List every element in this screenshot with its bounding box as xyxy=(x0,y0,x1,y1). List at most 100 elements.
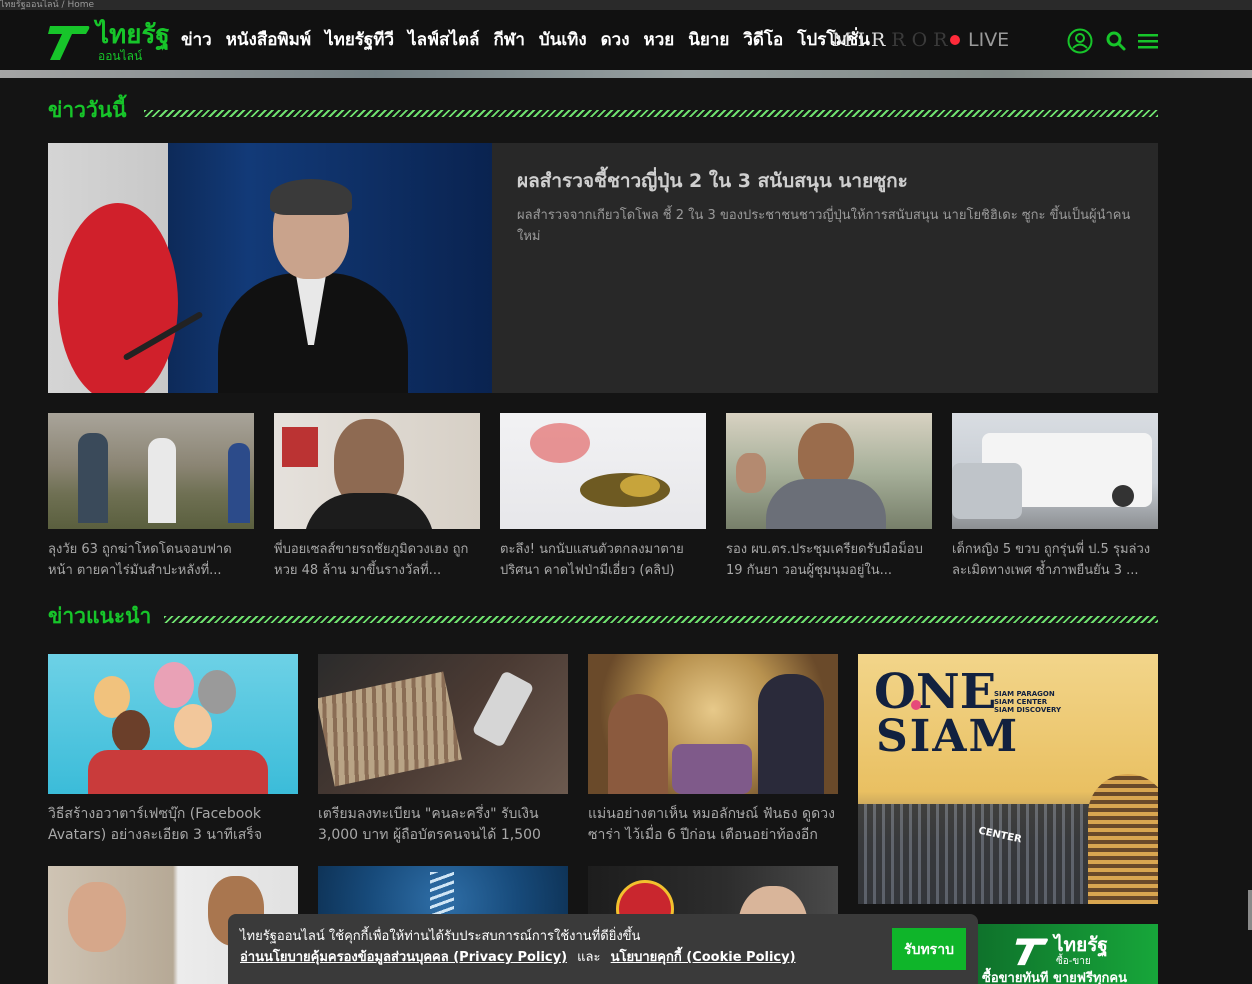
recommended-caption[interactable]: วิธีสร้างอวาตาร์เฟซบุ๊ก (Facebook Avatar… xyxy=(48,804,298,846)
section-divider xyxy=(164,616,1158,623)
header-banner-strip xyxy=(0,70,1252,78)
news-item[interactable]: ตะลึง! นกนับแสนตัวตกลงมาตาย ปริศนา คาดไฟ… xyxy=(500,413,706,581)
avatar-face xyxy=(174,704,212,748)
sofa xyxy=(672,744,752,794)
thairath-t-icon xyxy=(48,26,90,60)
news-item[interactable]: พี่บอยเซลส์ขายรถชัยภูมิดวงเฮง ถูกหวย 48 … xyxy=(274,413,480,581)
person xyxy=(758,674,824,794)
hamburger-menu-icon[interactable] xyxy=(1135,28,1161,54)
cookie-policy-link[interactable]: นโยบายคุกกี้ (Cookie Policy) xyxy=(611,950,796,965)
ad2-title: ไทยรัฐ xyxy=(1054,934,1108,956)
avatar-bodies xyxy=(88,750,268,794)
avatar-face xyxy=(154,662,194,708)
cookie-message: ไทยรัฐออนไลน์ ใช้คุกกี้เพื่อให้ท่านได้รั… xyxy=(240,929,641,944)
figure xyxy=(148,438,176,523)
recommended-item[interactable]: แม่นอย่างตาเห็น หมอลักษณ์ ฟันธง ดูดวง ซา… xyxy=(588,654,838,846)
section-divider xyxy=(144,110,1158,117)
news-item[interactable]: เด็กหญิง 5 ขวบ ถูกรุ่นพี่ ป.5 รุมล่วงละเ… xyxy=(952,413,1158,581)
news-item[interactable]: รอง ผบ.ตร.ประชุมเครียดรับมือม็อบ 19 กันย… xyxy=(726,413,932,581)
news-caption[interactable]: เด็กหญิง 5 ขวบ ถูกรุ่นพี่ ป.5 รุมล่วงละเ… xyxy=(952,539,1158,581)
news-thumbnail[interactable] xyxy=(48,413,254,529)
ad-building-dome xyxy=(1088,774,1158,904)
ad-onesiam[interactable]: ONE SIAM PARAGON SIAM CENTER SIAM DISCOV… xyxy=(858,654,1158,904)
news-thumbnail[interactable] xyxy=(952,413,1158,529)
news-thumbnail[interactable] xyxy=(726,413,932,529)
search-icon[interactable] xyxy=(1103,28,1129,54)
nav-news[interactable]: ข่าว xyxy=(181,26,212,54)
cookie-links: อ่านนโยบายคุ้มครองข้อมูลส่วนบุคคล (Priva… xyxy=(240,949,796,967)
ad-sub-center: SIAM CENTER xyxy=(994,698,1048,706)
section-title-recommended: ข่าวแนะนำ xyxy=(48,604,152,628)
ad2-tagline: ซื้อขายทันที ขายฟรีทุกคน xyxy=(982,971,1127,984)
accept-cookie-button[interactable]: รับทราบ xyxy=(892,928,966,970)
section-title-today: ข่าววันนี้ xyxy=(48,98,127,122)
scrollbar-indicator[interactable] xyxy=(1248,890,1252,930)
news-item[interactable]: ลุงวัย 63 ถูกฆ่าโหดโดนจอบฟาดหน้า ตายคาไร… xyxy=(48,413,254,581)
mirror-text-fade: ROR xyxy=(891,29,954,51)
glove xyxy=(530,423,590,463)
main-nav: ข่าว หนังสือพิมพ์ ไทยรัฐทีวี ไลฟ์สไตล์ ก… xyxy=(181,26,884,54)
person-hair xyxy=(270,179,352,215)
flag-decoration xyxy=(58,203,178,393)
shirt xyxy=(304,493,434,529)
car xyxy=(952,463,1022,519)
ad2-subtitle: ซื้อ-ขาย xyxy=(1056,956,1091,967)
logo-text: ไทยรัฐ xyxy=(96,20,170,50)
sign xyxy=(282,427,318,467)
nav-tv[interactable]: ไทยรัฐทีวี xyxy=(325,26,394,54)
logo-subtext: ออนไลน์ xyxy=(98,49,143,63)
suit xyxy=(766,479,886,529)
site-logo[interactable]: ไทยรัฐ ออนไลน์ xyxy=(46,20,170,64)
user-circle-icon[interactable] xyxy=(1067,28,1093,54)
nav-sport[interactable]: กีฬา xyxy=(493,26,524,54)
figure xyxy=(228,443,250,523)
nav-lottery[interactable]: หวย xyxy=(644,26,675,54)
nav-entertainment[interactable]: บันเทิง xyxy=(539,26,587,54)
nav-newspaper[interactable]: หนังสือพิมพ์ xyxy=(226,26,311,54)
mirror-text: MIR xyxy=(832,29,892,51)
person xyxy=(608,694,668,794)
avatar-face xyxy=(112,710,150,754)
news-thumbnail[interactable] xyxy=(500,413,706,529)
recommended-thumbnail[interactable] xyxy=(48,654,298,794)
face xyxy=(68,882,126,952)
ad-dot xyxy=(911,700,921,710)
ad-siam-text: SIAM xyxy=(876,711,1020,762)
recommended-thumbnail[interactable] xyxy=(318,654,568,794)
news-caption[interactable]: ลุงวัย 63 ถูกฆ่าโหดโดนจอบฟาดหน้า ตายคาไร… xyxy=(48,539,254,581)
face xyxy=(736,453,766,493)
news-caption[interactable]: รอง ผบ.ตร.ประชุมเครียดรับมือม็อบ 19 กันย… xyxy=(726,539,932,581)
nav-video[interactable]: วิดีโอ xyxy=(743,26,783,54)
site-header: ไทยรัฐ ออนไลน์ ข่าว หนังสือพิมพ์ ไทยรัฐท… xyxy=(0,10,1252,70)
live-dot-icon xyxy=(950,35,960,45)
recommended-item[interactable]: เตรียมลงทะเบียน "คนละครึ่ง" รับเงิน 3,00… xyxy=(318,654,568,846)
news-thumbnail[interactable] xyxy=(274,413,480,529)
figure xyxy=(78,433,108,523)
cookie-banner: ไทยรัฐออนไลน์ ใช้คุกกี้เพื่อให้ท่านได้รั… xyxy=(228,914,978,984)
banknotes xyxy=(318,671,462,787)
recommended-item[interactable]: วิธีสร้างอวาตาร์เฟซบุ๊ก (Facebook Avatar… xyxy=(48,654,298,846)
recommended-caption[interactable]: แม่นอย่างตาเห็น หมอลักษณ์ ฟันธง ดูดวง ซา… xyxy=(588,804,838,846)
hero-description: ผลสำรวจจากเกียวโดโพล ชี้ 2 ใน 3 ของประชา… xyxy=(517,208,1131,244)
person-illustration xyxy=(218,179,408,393)
hero-title[interactable]: ผลสำรวจชี้ชาวญี่ปุ่น 2 ใน 3 สนับสนุน นาย… xyxy=(517,167,908,195)
bird-wing xyxy=(620,475,660,497)
recommended-thumbnail[interactable] xyxy=(588,654,838,794)
nav-lifestyle[interactable]: ไลฟ์สไตล์ xyxy=(408,26,479,54)
nav-mirror[interactable]: MIRROR xyxy=(832,28,953,52)
hero-image[interactable] xyxy=(48,143,492,393)
browser-topbar: ไทยรัฐออนไลน์ / Home xyxy=(0,0,1252,10)
nav-live[interactable]: LIVE xyxy=(950,27,1009,53)
news-caption[interactable]: พี่บอยเซลส์ขายรถชัยภูมิดวงเฮง ถูกหวย 48 … xyxy=(274,539,480,581)
ad-sub-paragon: SIAM PARAGON xyxy=(994,690,1055,698)
privacy-policy-link[interactable]: อ่านนโยบายคุ้มครองข้อมูลส่วนบุคคล (Priva… xyxy=(240,950,567,965)
nav-novel[interactable]: นิยาย xyxy=(688,26,729,54)
nav-horoscope[interactable]: ดวง xyxy=(601,26,630,54)
cookie-and-text: และ xyxy=(577,950,601,965)
recommended-caption[interactable]: เตรียมลงทะเบียน "คนละครึ่ง" รับเงิน 3,00… xyxy=(318,804,568,846)
thairath-t-icon xyxy=(1015,938,1048,966)
news-caption[interactable]: ตะลึง! นกนับแสนตัวตกลงมาตาย ปริศนา คาดไฟ… xyxy=(500,539,706,581)
phone xyxy=(471,670,535,748)
wheel xyxy=(1112,485,1134,507)
hero-story[interactable]: ผลสำรวจชี้ชาวญี่ปุ่น 2 ใน 3 สนับสนุน นาย… xyxy=(48,143,1158,393)
